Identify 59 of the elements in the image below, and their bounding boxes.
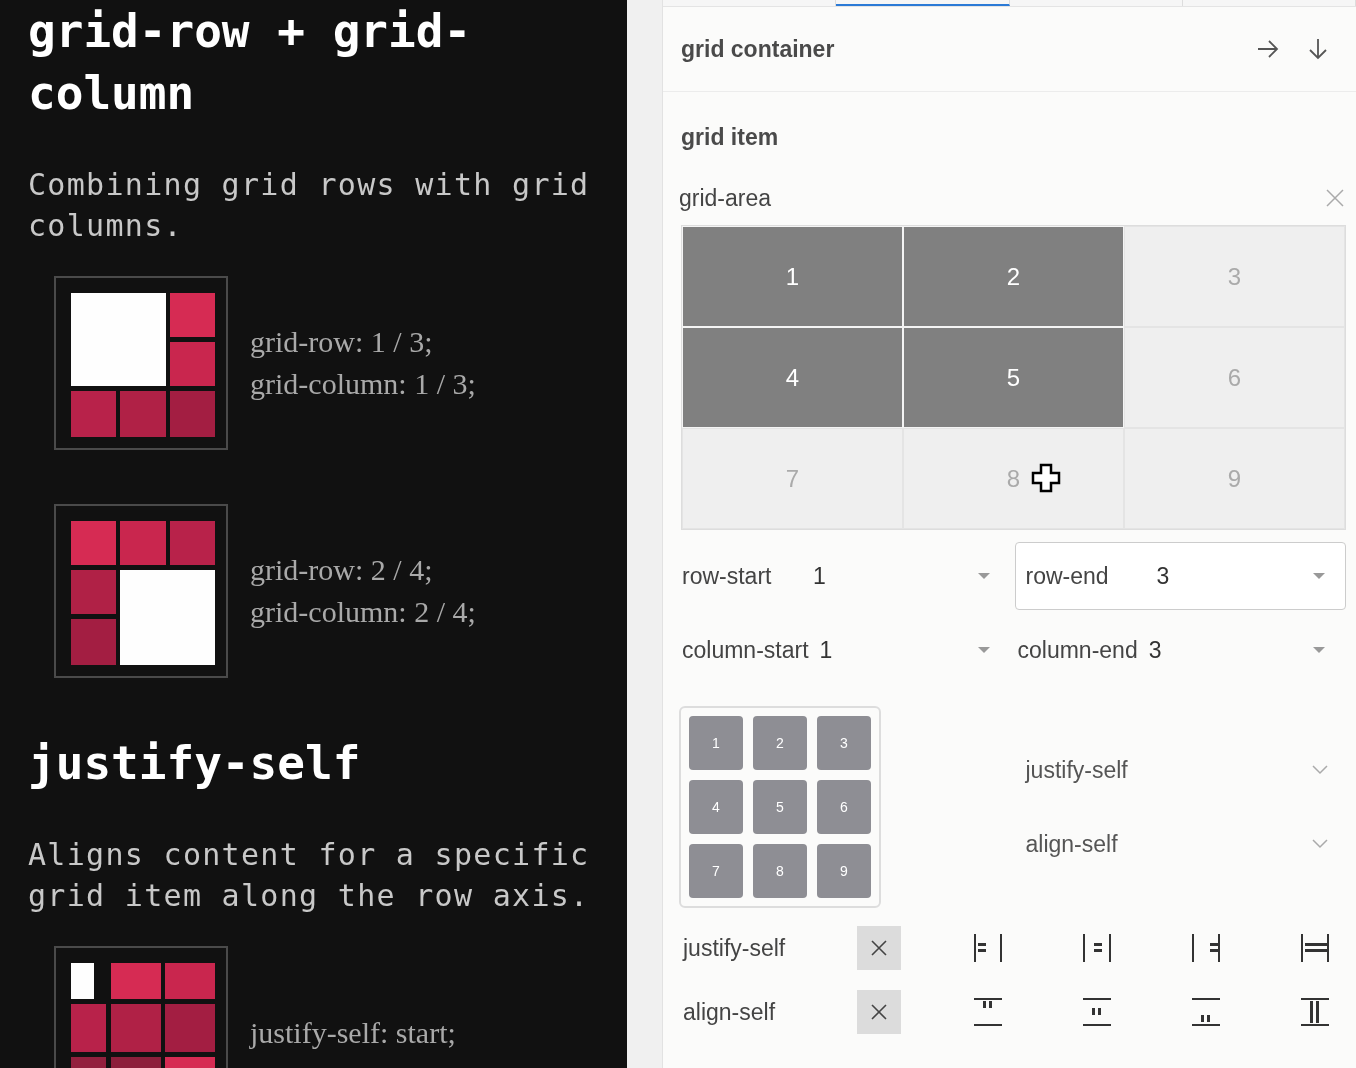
caret-icon [977, 646, 990, 654]
alignment-option-icon[interactable] [1082, 933, 1112, 963]
placement-cell[interactable]: 1 [689, 716, 743, 770]
section-description: Combining grid rows with grid columns. [28, 166, 591, 245]
code-line: justify-self: start; [250, 1015, 456, 1051]
dropdown[interactable]: align-self [1014, 814, 1346, 874]
section-heading: justify-self [28, 735, 362, 792]
caret-icon [1313, 572, 1325, 580]
grid-cell[interactable]: 9 [1124, 428, 1345, 529]
placement-cell[interactable]: 3 [817, 716, 871, 770]
arrow-right-icon[interactable] [1256, 39, 1280, 59]
clear-button[interactable] [857, 926, 901, 970]
section-heading: grid-row + grid-column [28, 3, 473, 122]
grid-cell[interactable]: 1 [682, 226, 903, 327]
chevron-icon [1312, 839, 1328, 849]
dropdown[interactable]: justify-self [1014, 740, 1346, 800]
select-field[interactable]: row-end 3 [1014, 542, 1346, 610]
property-label: align-self [682, 998, 777, 1026]
tab[interactable] [836, 0, 1010, 6]
placement-cell[interactable]: 8 [753, 844, 807, 898]
placement-cell[interactable]: 6 [817, 780, 871, 834]
grid-cell[interactable]: 8 [903, 428, 1124, 529]
code-line: grid-row: 2 / 4; [250, 552, 434, 588]
placement-cell[interactable]: 4 [689, 780, 743, 834]
section-title: grid item [681, 124, 780, 151]
property-label: grid-area [679, 184, 772, 212]
placement-cell[interactable]: 5 [753, 780, 807, 834]
alignment-option-icon[interactable] [1082, 997, 1112, 1027]
close-icon [871, 1004, 887, 1020]
placement-cell[interactable]: 9 [817, 844, 871, 898]
grid-cell[interactable]: 3 [1124, 226, 1345, 327]
alignment-option-icon[interactable] [1191, 933, 1221, 963]
select-field[interactable]: column-start 1 [679, 616, 1011, 684]
alignment-option-icon[interactable] [1191, 997, 1221, 1027]
arrow-down-icon[interactable] [1308, 37, 1328, 61]
alignment-option-icon[interactable] [973, 933, 1003, 963]
code-line: grid-column: 2 / 4; [250, 594, 476, 630]
grid-cell[interactable]: 7 [682, 428, 903, 529]
caret-icon [1313, 646, 1325, 654]
property-label: justify-self [681, 934, 787, 962]
alignment-option-icon[interactable] [973, 997, 1003, 1027]
select-field[interactable]: column-end 3 [1014, 616, 1346, 684]
grid-cell[interactable]: 5 [903, 327, 1124, 428]
section-description: Aligns content for a specific grid item along the row axis. [28, 836, 591, 915]
grid-cell[interactable]: 2 [903, 226, 1124, 327]
section-title: grid container [681, 35, 836, 63]
grid-cell[interactable]: 4 [682, 327, 903, 428]
alignment-option-icon[interactable] [1300, 997, 1330, 1027]
alignment-option-icon[interactable] [1300, 933, 1330, 963]
code-line: grid-column: 1 / 3; [250, 366, 476, 402]
caret-icon [977, 572, 990, 580]
code-line: grid-row: 1 / 3; [250, 324, 434, 360]
chevron-icon [1312, 765, 1328, 775]
select-field[interactable]: row-start 1 [679, 542, 1011, 610]
clear-button[interactable] [857, 990, 901, 1034]
close-icon [871, 940, 887, 956]
grid-cell[interactable]: 6 [1124, 327, 1345, 428]
placement-cell[interactable]: 2 [753, 716, 807, 770]
placement-cell[interactable]: 7 [689, 844, 743, 898]
